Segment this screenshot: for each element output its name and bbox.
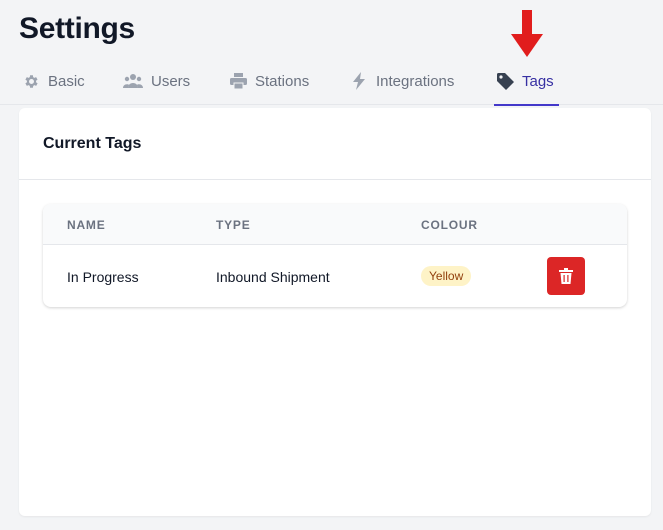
tag-name: In Progress: [67, 269, 139, 285]
trash-icon: [559, 268, 573, 284]
table-row: In Progress Inbound Shipment Yellow: [43, 245, 627, 307]
annotation-arrow-icon: [511, 10, 543, 57]
gear-icon: [22, 72, 40, 90]
users-icon: [123, 72, 143, 90]
tab-label: Users: [151, 72, 191, 90]
tab-users[interactable]: Users: [123, 57, 190, 105]
tag-icon: [496, 72, 514, 90]
tab-label: Integrations: [376, 72, 455, 90]
tab-label: Basic: [48, 72, 85, 90]
table-header: NAME TYPE COLOUR: [43, 204, 627, 245]
tab-label: Tags: [522, 72, 554, 90]
card-title: Current Tags: [43, 134, 142, 152]
card-header: Current Tags: [19, 108, 651, 180]
printer-icon: [229, 72, 247, 90]
lightning-icon: [350, 72, 368, 90]
page-title: Settings: [19, 12, 135, 45]
tab-basic[interactable]: Basic: [22, 57, 85, 105]
column-header-colour: COLOUR: [421, 218, 478, 232]
tab-stations[interactable]: Stations: [229, 57, 309, 105]
tab-tags[interactable]: Tags: [494, 57, 559, 106]
current-tags-card: Current Tags NAME TYPE COLOUR In Progres…: [19, 108, 651, 516]
tab-integrations[interactable]: Integrations: [350, 57, 454, 105]
column-header-type: TYPE: [216, 218, 251, 232]
active-tab-indicator: [494, 104, 559, 106]
tags-table: NAME TYPE COLOUR In Progress Inbound Shi…: [43, 204, 627, 307]
column-header-name: NAME: [67, 218, 106, 232]
settings-tabs: Basic Users Stations Integrations Tags: [0, 57, 663, 106]
tag-type: Inbound Shipment: [216, 269, 330, 285]
colour-badge: Yellow: [421, 266, 472, 286]
delete-tag-button[interactable]: [547, 257, 585, 295]
tab-label: Stations: [255, 72, 310, 90]
